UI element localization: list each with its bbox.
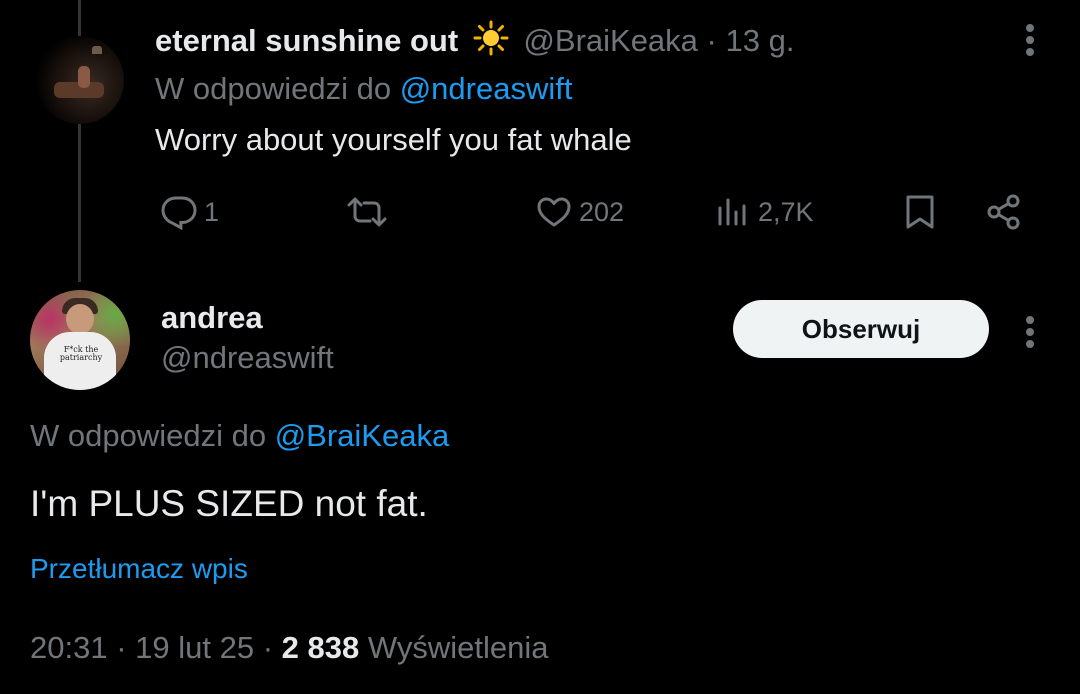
timestamp[interactable]: 13 g.: [726, 23, 795, 58]
display-name[interactable]: andrea: [161, 298, 263, 338]
bookmark-button[interactable]: [903, 190, 937, 234]
reply-icon: [160, 194, 198, 230]
avatar-person: [78, 66, 90, 88]
handle[interactable]: @BraiKeaka: [523, 23, 698, 58]
avatar-shirt-text: F*ck the patriarchy: [59, 345, 103, 362]
tweet-date[interactable]: 19 lut 25: [135, 630, 254, 665]
reply-count: 1: [204, 196, 220, 227]
reply-to-link[interactable]: @BraiKeaka: [275, 418, 450, 453]
bookmark-icon: [903, 193, 937, 231]
sun-emoji-icon: [473, 20, 509, 66]
more-options-icon[interactable]: [1018, 314, 1042, 350]
separator: ·: [262, 630, 274, 665]
thread-line: [78, 112, 81, 282]
reply-context: W odpowiedzi do @BraiKeaka: [30, 416, 449, 456]
views-count: 2,7K: [758, 196, 814, 227]
display-name[interactable]: eternal sunshine out: [155, 23, 458, 58]
tweet-text: Worry about yourself you fat whale: [155, 122, 632, 157]
reply-prefix: W odpowiedzi do: [155, 71, 392, 106]
like-button[interactable]: 202: [535, 190, 624, 234]
avatar-head: [66, 304, 94, 334]
reply-button[interactable]: 1: [160, 190, 219, 234]
views-number: 2 838: [281, 630, 360, 665]
translate-link[interactable]: Przetłumacz wpis: [30, 551, 248, 587]
handle[interactable]: @ndreaswift: [161, 338, 334, 378]
reply-to-link[interactable]: @ndreaswift: [400, 71, 573, 106]
separator: ·: [706, 23, 717, 58]
avatar[interactable]: [36, 36, 124, 124]
reply-context: W odpowiedzi do @ndreaswift: [155, 69, 572, 109]
tweet-time[interactable]: 20:31: [30, 630, 108, 665]
avatar[interactable]: F*ck the patriarchy: [30, 290, 130, 390]
like-count: 202: [579, 196, 625, 227]
share-button[interactable]: [985, 190, 1023, 234]
heart-icon: [535, 194, 573, 230]
views-label: Wyświetlenia: [367, 630, 549, 665]
views-icon: [716, 194, 752, 230]
separator: ·: [116, 630, 127, 665]
reply-prefix: W odpowiedzi do: [30, 418, 267, 453]
views-button[interactable]: 2,7K: [716, 190, 814, 234]
more-options-icon[interactable]: [1018, 22, 1042, 58]
tweet-meta: 20:31 · 19 lut 25 · 2 838 Wyświetlenia: [30, 628, 549, 668]
follow-button[interactable]: Obserwuj: [733, 300, 989, 358]
retweet-button[interactable]: [345, 190, 389, 234]
tweet-text: I'm PLUS SIZED not fat.: [30, 483, 428, 524]
retweet-icon: [345, 194, 389, 230]
parent-tweet-header: eternal sunshine out @BraiKeaka · 13 g.: [155, 20, 794, 66]
share-icon: [985, 193, 1023, 231]
avatar-lamp: [92, 46, 102, 54]
